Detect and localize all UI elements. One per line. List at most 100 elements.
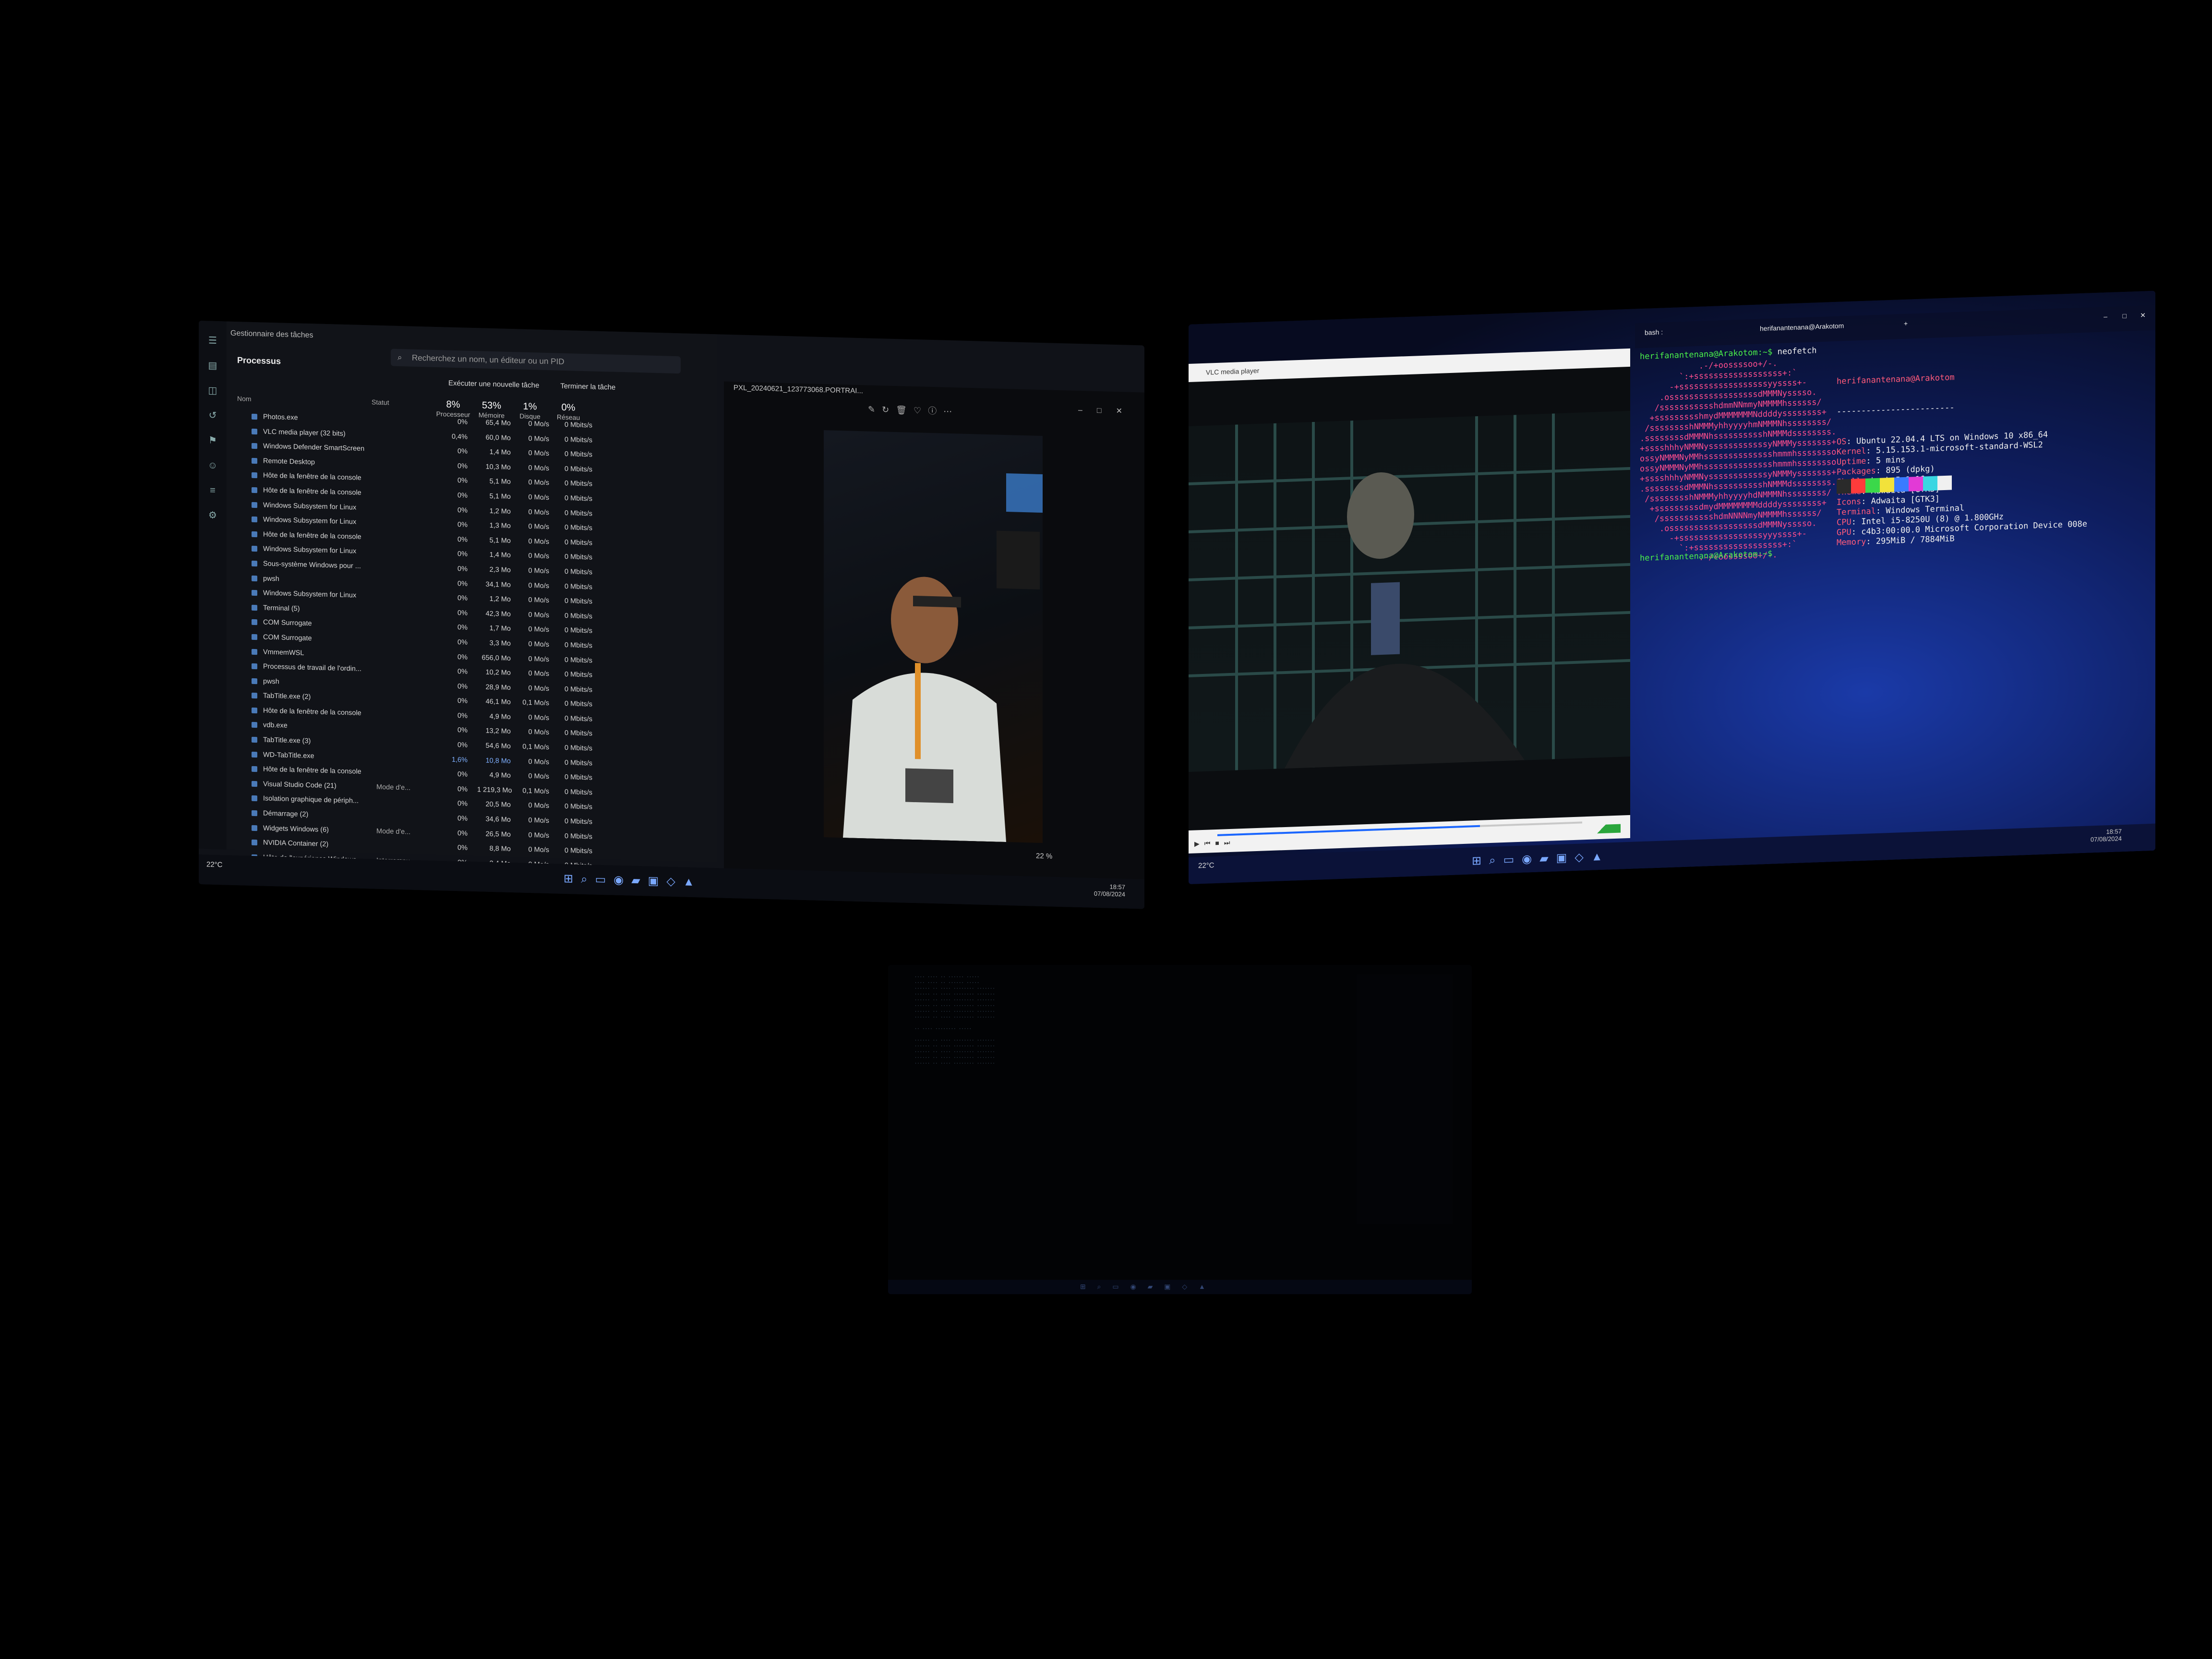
start-icon[interactable]: ⊞ xyxy=(564,872,581,886)
details-icon[interactable]: ≡ xyxy=(207,485,218,496)
name-column-header[interactable]: Nom xyxy=(237,395,252,403)
info-icon[interactable]: ⓘ xyxy=(928,406,943,416)
processes-icon[interactable]: ▤ xyxy=(207,360,218,371)
portrait-illustration xyxy=(843,473,1043,842)
net-value: 0% xyxy=(561,402,576,413)
info-key: OS xyxy=(1837,437,1847,447)
toolbar: Exécuter une nouvelle tâche Terminer la … xyxy=(448,379,635,392)
users-icon[interactable]: ☺ xyxy=(207,460,218,471)
taskbar-clock[interactable]: 18:57 07/08/2024 xyxy=(2091,828,2122,843)
process-memory: 10,2 Mo xyxy=(485,668,511,677)
seek-bar[interactable] xyxy=(1217,821,1582,836)
search-icon[interactable]: ⌕ xyxy=(581,873,595,886)
process-memory: 656,0 Mo xyxy=(481,653,511,662)
terminal-icon[interactable]: ▣ xyxy=(1556,851,1575,865)
menu-icon[interactable]: ☰ xyxy=(207,335,218,346)
process-disk: 0 Mo/s xyxy=(528,625,549,634)
color-swatch xyxy=(1894,477,1909,492)
clock-date: 07/08/2024 xyxy=(2090,835,2122,843)
zoom-level[interactable]: 22 % xyxy=(1036,852,1052,861)
process-name: TabTitle.exe (3) xyxy=(263,736,311,745)
run-task-button[interactable]: Exécuter une nouvelle tâche xyxy=(448,379,539,390)
new-tab-icon[interactable]: + xyxy=(1904,320,1908,327)
task-view-icon[interactable]: ▭ xyxy=(1503,853,1522,866)
command: neofetch xyxy=(1777,346,1817,357)
info-key: GPU xyxy=(1837,527,1851,538)
info-value: 895 (dpkg) xyxy=(1886,464,1935,476)
process-name: Sous-système Windows pour ... xyxy=(263,560,361,570)
search-icon[interactable]: ⌕ xyxy=(1489,854,1503,867)
maximize-icon[interactable]: □ xyxy=(1097,407,1116,415)
process-disk: 0 Mo/s xyxy=(528,552,549,561)
explorer-icon[interactable]: ▰ xyxy=(1539,852,1556,865)
explorer-icon[interactable]: ▰ xyxy=(631,874,648,888)
task-manager-window: ☰ ▤ ◫ ↺ ⚑ ☺ ≡ ⚙ Gestionnaire des tâches … xyxy=(199,321,717,885)
history-icon[interactable]: ↺ xyxy=(207,410,218,421)
close-icon[interactable]: ✕ xyxy=(2140,311,2146,319)
color-swatch xyxy=(1837,479,1851,494)
process-name: Processus de travail de l'ordin... xyxy=(263,662,362,673)
process-status: Mode d'e... xyxy=(376,783,411,792)
close-icon[interactable]: ✕ xyxy=(1116,407,1137,416)
process-memory: 1,2 Mo xyxy=(489,507,511,516)
tab-bash[interactable]: bash : xyxy=(1645,328,1663,336)
process-disk: 0,1 Mo/s xyxy=(522,698,549,708)
process-memory: 10,8 Mo xyxy=(485,757,511,765)
taskbar-apps: ⊞ ⌕ ▭ ◉ ▰ ▣ ◇ ▲ xyxy=(1080,1283,1210,1290)
process-disk: 0 Mo/s xyxy=(528,464,549,472)
process-disk: 0,1 Mo/s xyxy=(522,743,549,752)
rotate-icon[interactable]: ↻ xyxy=(882,405,896,415)
status-column-header[interactable]: Statut xyxy=(372,398,389,406)
performance-icon[interactable]: ◫ xyxy=(207,385,218,396)
tab-user[interactable]: herifanantenana@Arakotom xyxy=(1760,322,1844,332)
browser-icon[interactable]: ◉ xyxy=(1522,852,1539,866)
process-memory: 1,7 Mo xyxy=(489,625,511,633)
start-icon[interactable]: ⊞ xyxy=(1472,854,1489,867)
video-frame[interactable] xyxy=(1189,410,1630,772)
vscode-icon[interactable]: ◇ xyxy=(666,875,683,889)
search-input[interactable]: ⌕ Recherchez un nom, un éditeur ou un PI… xyxy=(391,349,681,374)
minimize-icon[interactable]: – xyxy=(2104,313,2107,320)
process-disk: 0 Mo/s xyxy=(528,508,549,517)
process-memory: 46,1 Mo xyxy=(485,697,511,707)
weather-widget[interactable]: 22°C xyxy=(206,860,223,869)
process-memory: 34,6 Mo xyxy=(485,815,511,824)
maximize-icon[interactable]: □ xyxy=(2123,312,2127,320)
end-task-button[interactable]: Terminer la tâche xyxy=(560,382,615,392)
process-name: Photos.exe xyxy=(263,413,298,422)
play-icon[interactable]: ▶ xyxy=(1194,840,1204,848)
process-network: 0 Mbits/s xyxy=(564,538,592,547)
vlc-icon[interactable]: ▲ xyxy=(683,875,702,889)
startup-icon[interactable]: ⚑ xyxy=(207,435,218,446)
color-swatch xyxy=(1909,476,1923,492)
next-icon[interactable]: ⏭ xyxy=(1224,839,1235,847)
vlc-icon[interactable]: ▲ xyxy=(1591,850,1611,863)
minimize-icon[interactable]: – xyxy=(1078,406,1097,415)
edit-icon[interactable]: ✎ xyxy=(868,405,882,415)
process-disk: 0 Mo/s xyxy=(528,581,549,590)
seek-progress xyxy=(1217,825,1480,836)
task-view-icon[interactable]: ▭ xyxy=(595,873,614,887)
process-network: 0 Mbits/s xyxy=(564,524,592,532)
process-network: 0 Mbits/s xyxy=(564,582,592,591)
weather-widget[interactable]: 22°C xyxy=(1198,861,1214,870)
process-disk: 0 Mo/s xyxy=(528,449,549,458)
volume-slider[interactable] xyxy=(1582,824,1621,834)
more-icon[interactable]: ⋯ xyxy=(943,407,959,417)
stop-icon[interactable]: ■ xyxy=(1215,839,1224,847)
favorite-icon[interactable]: ♡ xyxy=(914,406,928,416)
browser-icon[interactable]: ◉ xyxy=(613,874,631,887)
vscode-icon[interactable]: ◇ xyxy=(1575,851,1591,864)
process-name: pwsh xyxy=(263,575,279,583)
process-icon xyxy=(252,502,257,508)
file-explorer-panel[interactable] xyxy=(1357,974,1453,1224)
prev-icon[interactable]: ⏮ xyxy=(1204,839,1215,847)
services-icon[interactable]: ⚙ xyxy=(207,510,218,521)
ubuntu-ascii-logo: .-/+oossssoo+/-. `:+ssssssssssssssssss+:… xyxy=(1640,359,1837,563)
process-name: Hôte de la fenêtre de la console xyxy=(263,765,361,776)
process-disk: 0 Mo/s xyxy=(528,684,549,693)
process-disk: 0 Mo/s xyxy=(528,757,549,766)
taskbar-clock[interactable]: 18:57 07/08/2024 xyxy=(1094,883,1125,898)
delete-icon[interactable]: 🗑 xyxy=(896,405,914,415)
terminal-icon[interactable]: ▣ xyxy=(648,875,667,888)
